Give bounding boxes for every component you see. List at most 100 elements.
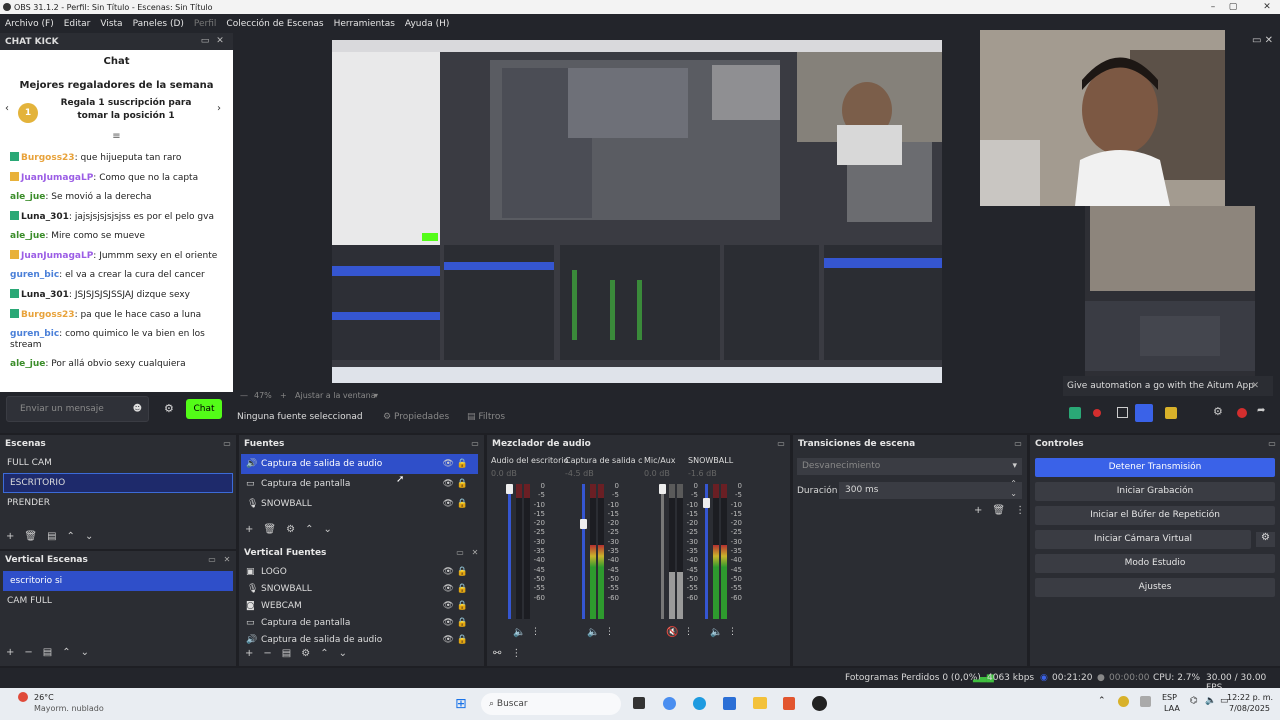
muted-speaker-icon[interactable]: 🔇 (666, 627, 678, 638)
channel-menu-icon[interactable]: ⋮ (728, 627, 737, 637)
chevron-left-icon[interactable]: ‹ (5, 103, 9, 114)
language-layout[interactable]: LAA (1164, 704, 1180, 713)
taskbar-search[interactable]: ⌕ Buscar (481, 693, 621, 715)
settings-button[interactable]: Ajustes (1035, 578, 1275, 597)
notification-close-icon[interactable]: ✕ (1251, 376, 1259, 396)
edge-icon[interactable] (693, 697, 706, 710)
speaker-icon[interactable]: 🔈 (513, 627, 525, 638)
chat-message-input[interactable]: Enviar un mensaje ☻ (6, 396, 149, 422)
volume-slider[interactable] (661, 484, 664, 619)
clock-date[interactable]: 7/08/2025 (1229, 704, 1270, 713)
move-down-icon[interactable]: ⌄ (339, 648, 347, 659)
channel-menu-icon[interactable]: ⋮ (605, 627, 614, 637)
start-recording-button[interactable]: Iniciar Grabación (1035, 482, 1275, 501)
vertical-scene-item-selected[interactable]: escritorio si (3, 571, 233, 591)
menu-perfil[interactable]: Perfil (189, 19, 222, 29)
filters-button[interactable]: ▤ Filtros (467, 412, 505, 422)
emote-icon[interactable]: ☻ (133, 397, 142, 421)
chevron-right-icon[interactable]: › (217, 103, 221, 114)
move-up-icon[interactable]: ⌃ (62, 647, 70, 658)
move-down-icon[interactable]: ⌄ (81, 647, 89, 658)
chat-username[interactable]: Burgoss23 (21, 153, 75, 163)
tray-app-icon[interactable] (1118, 696, 1129, 707)
chat-username[interactable]: JuanJumagaLP (21, 251, 93, 261)
close-icon[interactable]: ✕ (469, 544, 481, 561)
add-icon[interactable]: + (245, 648, 253, 659)
source-item-selected[interactable]: 🔊 Captura de salida de audio 👁 🔒 (241, 454, 478, 474)
float-icon[interactable]: ▭ (1012, 435, 1024, 452)
add-icon[interactable]: + (974, 505, 982, 516)
chat-username[interactable]: guren_bic (10, 270, 59, 280)
source-item[interactable]: ▭ Captura de pantalla 👁 🔒 (241, 474, 478, 494)
float-icon[interactable]: ▭ (454, 544, 466, 561)
move-up-icon[interactable]: ⌃ (67, 531, 75, 542)
speaker-icon[interactable]: 🔈 (587, 627, 599, 638)
vertical-scene-item[interactable]: CAM FULL (0, 591, 236, 611)
add-icon[interactable]: + (245, 524, 253, 535)
remove-icon[interactable]: − (263, 648, 271, 659)
filter-icon[interactable]: ▤ (47, 531, 56, 542)
spinner-icon[interactable]: ⌃ ⌄ (1010, 479, 1017, 499)
visibility-lock-icons[interactable]: 👁 🔒 (443, 615, 469, 632)
trash-icon[interactable]: 🗑 (992, 505, 1005, 516)
copilot-icon[interactable] (663, 697, 676, 710)
float-icon[interactable]: ▭ (1266, 435, 1278, 452)
record-dot-icon[interactable] (1093, 409, 1101, 417)
store-icon[interactable] (723, 697, 736, 710)
move-down-icon[interactable]: ⌄ (85, 531, 93, 542)
zoom-plus-icon[interactable]: + (280, 391, 287, 400)
menu-dots-icon[interactable]: ⋮ (1015, 505, 1025, 516)
filter-icon[interactable]: ▤ (43, 647, 52, 658)
visibility-lock-icons[interactable]: 👁 🔒 (443, 581, 469, 598)
menu-coleccion-escenas[interactable]: Colección de Escenas (221, 19, 328, 29)
scene-item[interactable]: PRENDER (0, 493, 236, 513)
trash-icon[interactable]: 🗑 (263, 524, 276, 535)
scene-item[interactable]: FULL CAM (0, 453, 236, 473)
scene-switch-icon[interactable] (1069, 407, 1081, 419)
file-explorer-icon[interactable] (753, 697, 767, 709)
menu-vista[interactable]: Vista (95, 19, 127, 29)
chat-username[interactable]: guren_bic (10, 329, 59, 339)
chat-send-button[interactable]: Chat (186, 399, 222, 419)
weather-temp[interactable]: 26°C (34, 693, 54, 702)
maximize-icon[interactable]: ▢ (1220, 0, 1246, 14)
scene-item-selected[interactable]: ESCRITORIO (3, 473, 233, 493)
menu-editar[interactable]: Editar (59, 19, 96, 29)
gear-icon[interactable]: ⚙ (1213, 405, 1223, 418)
menu-paneles[interactable]: Paneles (D) (128, 19, 189, 29)
visibility-lock-icons[interactable]: 👁 🔒 (443, 494, 469, 514)
volume-slider-handle[interactable] (580, 519, 587, 530)
chat-username[interactable]: JuanJumagaLP (21, 173, 93, 183)
menu-herramientas[interactable]: Herramientas (329, 19, 400, 29)
share-icon[interactable]: ➦ (1257, 405, 1265, 416)
visibility-lock-icons[interactable]: 👁 🔒 (443, 632, 469, 646)
square-icon[interactable] (1117, 407, 1128, 418)
visibility-lock-icons[interactable]: 👁 🔒 (443, 474, 469, 494)
weather-icon[interactable] (18, 692, 28, 702)
fit-dropdown-icon[interactable]: ▾ (374, 391, 378, 400)
vertical-source-item[interactable]: ▭ Captura de pantalla 👁 🔒 (241, 615, 478, 632)
network-icon[interactable]: ⌬ (1190, 696, 1198, 706)
visibility-lock-icons[interactable]: 👁 🔒 (443, 598, 469, 615)
gear-icon[interactable]: ⚙ (301, 648, 310, 659)
properties-button[interactable]: ⚙ Propiedades (383, 412, 449, 422)
menu-ayuda[interactable]: Ayuda (H) (400, 19, 454, 29)
zoom-minus-icon[interactable]: — (240, 391, 248, 400)
volume-icon[interactable]: 🔈 (1205, 696, 1216, 706)
float-icon[interactable]: ▭ (221, 435, 233, 452)
preview-dock-controls-icon[interactable]: ▭ ✕ (1252, 35, 1273, 46)
visibility-lock-icons[interactable]: 👁 🔒 (443, 564, 469, 581)
chat-username[interactable]: Burgoss23 (21, 310, 75, 320)
clock-time[interactable]: 12:22 p. m. (1227, 693, 1273, 702)
studio-mode-button[interactable]: Modo Estudio (1035, 554, 1275, 573)
close-icon[interactable]: ✕ (1254, 0, 1280, 14)
language[interactable]: ESP (1162, 693, 1177, 702)
filter-icon[interactable]: ▤ (282, 648, 291, 659)
collapse-icon[interactable]: ≡ (0, 131, 233, 142)
weather-desc[interactable]: Mayorm. nublado (34, 704, 104, 713)
move-up-icon[interactable]: ⌃ (320, 648, 328, 659)
virtual-camera-gear-icon[interactable]: ⚙ (1256, 532, 1275, 547)
float-icon[interactable]: ▭ (198, 33, 212, 50)
add-icon[interactable]: + (6, 647, 14, 658)
menu-dots-icon[interactable]: ⋮ (511, 648, 521, 659)
